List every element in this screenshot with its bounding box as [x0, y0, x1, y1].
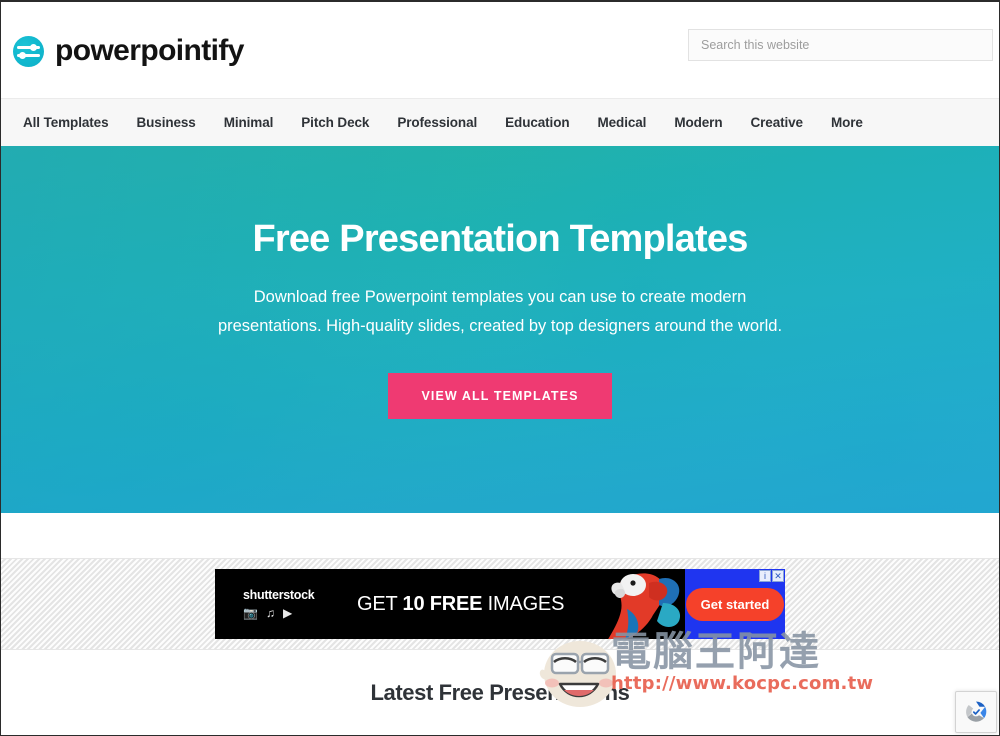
adchoices-close-icon[interactable]: ✕	[772, 570, 784, 582]
nav-item-creative[interactable]: Creative	[736, 115, 816, 130]
nav-item-all-templates[interactable]: All Templates	[15, 115, 122, 130]
ad-headline: GET 10 FREE IMAGES	[357, 593, 564, 616]
nav-item-education[interactable]: Education	[491, 115, 583, 130]
ad-creative[interactable]: shutterstock 📷 ♫ ▶ GET 10 FREE IMAGES	[215, 569, 685, 639]
site-logo[interactable]: powerpointify	[13, 34, 244, 67]
latest-section-title: Latest Free Presentations	[370, 680, 630, 705]
shutterstock-logo: shutterstock 📷 ♫ ▶	[243, 589, 335, 620]
view-all-templates-button[interactable]: VIEW ALL TEMPLATES	[388, 372, 612, 419]
recaptcha-icon	[966, 701, 987, 722]
nav-item-minimal[interactable]: Minimal	[210, 115, 288, 130]
nav-item-medical[interactable]: Medical	[584, 115, 661, 130]
music-icon: ♫	[265, 606, 275, 621]
browser-page: powerpointify All Templates Business Min…	[0, 0, 1000, 736]
video-icon: ▶	[282, 606, 293, 621]
nav-item-professional[interactable]: Professional	[383, 115, 491, 130]
get-started-button[interactable]: Get started	[685, 587, 785, 621]
hero-banner: Free Presentation Templates Download fre…	[1, 146, 999, 513]
adchoices-controls: i ✕	[759, 570, 784, 582]
ad-brand-name: shutterstock	[243, 587, 315, 602]
ad-media-icons: 📷 ♫ ▶	[243, 607, 335, 619]
nav-item-modern[interactable]: Modern	[660, 115, 736, 130]
brand-name: powerpointify	[55, 34, 244, 67]
hero-title: Free Presentation Templates	[252, 218, 748, 260]
site-header: powerpointify	[1, 2, 999, 98]
ad-headline-suffix: IMAGES	[482, 592, 565, 615]
camera-icon: 📷	[243, 606, 258, 621]
slider-circle-icon	[13, 35, 44, 67]
nav-item-business[interactable]: Business	[122, 115, 209, 130]
ad-headline-bold: 10 FREE	[402, 592, 483, 615]
hero-spacer	[1, 513, 999, 558]
parrot-image	[608, 573, 681, 639]
adchoices-info-icon[interactable]: i	[759, 570, 771, 582]
recaptcha-badge[interactable]	[955, 691, 997, 733]
search-form	[688, 29, 993, 61]
search-input[interactable]	[688, 29, 993, 61]
ad-headline-prefix: GET	[357, 592, 403, 615]
shutterstock-ad[interactable]: shutterstock 📷 ♫ ▶ GET 10 FREE IMAGES Ge…	[215, 569, 785, 639]
ad-section: shutterstock 📷 ♫ ▶ GET 10 FREE IMAGES Ge…	[1, 558, 999, 650]
nav-item-more[interactable]: More	[817, 115, 877, 130]
latest-presentations-section: Latest Free Presentations	[1, 650, 999, 735]
nav-item-pitch-deck[interactable]: Pitch Deck	[287, 115, 383, 130]
hero-subtitle: Download free Powerpoint templates you c…	[217, 287, 783, 336]
main-navigation: All Templates Business Minimal Pitch Dec…	[1, 98, 999, 146]
